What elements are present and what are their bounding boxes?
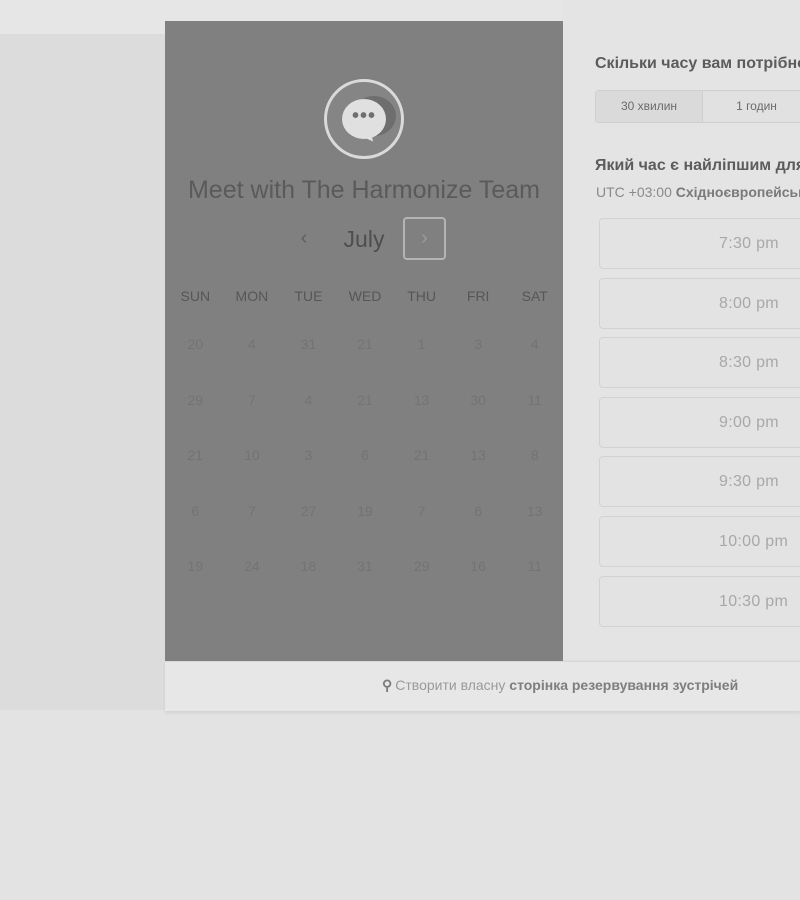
calendar-day[interactable]: 27 — [280, 498, 337, 524]
calendar-day[interactable]: 11 — [506, 553, 563, 579]
calendar-day[interactable]: 19 — [167, 553, 224, 579]
footer-bar: ⚲ Створити власну сторінка резервування з… — [165, 661, 800, 711]
calendar-day[interactable]: 11 — [506, 387, 563, 413]
footer-text-prefix: Створити власну — [395, 677, 506, 693]
timezone-offset: UTC +03:00 — [596, 184, 672, 200]
calendar-day[interactable]: 7 — [224, 387, 281, 413]
duration-option-1h[interactable]: 1 годин — [703, 91, 800, 122]
time-slot-button[interactable]: 7:30 pm — [599, 218, 800, 269]
weekday-label: SAT — [521, 288, 548, 304]
duration-option-30min[interactable]: 30 хвилин — [596, 91, 703, 122]
time-slot-list: 7:30 pm 8:00 pm 8:30 pm 9:00 pm 9:30 pm … — [599, 218, 800, 635]
calendar-day[interactable]: 1 — [393, 331, 450, 357]
month-navigation: ‹ July › — [165, 217, 563, 261]
calendar-day[interactable]: 20 — [167, 331, 224, 357]
calendar-day[interactable]: 10 — [224, 442, 281, 468]
calendar-day[interactable]: 21 — [393, 442, 450, 468]
calendar-week: 29 7 4 21 13 30 11 — [165, 377, 563, 433]
calendar-day[interactable]: 19 — [337, 498, 394, 524]
calendar-day[interactable]: 21 — [337, 331, 394, 357]
calendar-day[interactable]: 3 — [280, 442, 337, 468]
footer-link-text: сторінка резервування зустрічей — [509, 677, 739, 693]
chat-dots-icon: ••• — [351, 105, 376, 127]
hubspot-sprocket-icon: ⚲ — [382, 677, 393, 693]
prev-month-button[interactable]: ‹ — [289, 223, 319, 253]
calendar-day[interactable]: 4 — [506, 331, 563, 357]
calendar-day[interactable]: 18 — [280, 553, 337, 579]
time-question: Який час є найліпшим для вас? — [595, 157, 800, 174]
calendar-week: 6 7 27 19 7 6 13 — [165, 488, 563, 544]
time-slot-button[interactable]: 9:30 pm — [599, 456, 800, 508]
time-slot-button[interactable]: 9:00 pm — [599, 396, 800, 448]
weekday-label: SUN — [180, 288, 211, 304]
calendar-day[interactable]: 13 — [393, 387, 450, 413]
time-slot-button[interactable]: 10:00 pm — [599, 515, 800, 567]
calendar-week: 21 10 3 6 21 13 8 — [165, 432, 563, 488]
calendar-day[interactable]: 13 — [506, 498, 563, 524]
calendar-day[interactable]: 3 — [450, 331, 507, 357]
calendar-day[interactable]: 4 — [224, 331, 281, 357]
time-slot-button[interactable]: 8:30 pm — [599, 337, 800, 389]
calendar-day[interactable]: 8 — [506, 442, 563, 468]
calendar-day[interactable]: 6 — [450, 498, 507, 524]
duration-selector: 30 хвилин 1 годин — [595, 90, 800, 123]
timezone-selector[interactable]: UTC +03:00 Східноєвропейський час — [596, 184, 800, 200]
calendar-day[interactable]: 21 — [337, 387, 394, 413]
duration-question: Скільки часу вам потрібно? — [595, 55, 800, 72]
weekday-label: TUE — [294, 288, 323, 304]
time-slot-button[interactable]: 8:00 pm — [599, 277, 800, 329]
month-label: July — [343, 226, 385, 252]
weekday-label: MON — [235, 288, 269, 304]
organizer-avatar: ••• — [324, 79, 404, 159]
calendar-day[interactable]: 29 — [393, 553, 450, 579]
calendar-day[interactable]: 31 — [337, 553, 394, 579]
weekday-label: FRI — [466, 288, 490, 304]
calendar-day[interactable]: 24 — [224, 553, 281, 579]
weekday-label: WED — [348, 288, 382, 304]
calendar-day[interactable]: 6 — [337, 442, 394, 468]
next-month-button[interactable]: › — [403, 217, 446, 260]
calendar-day[interactable]: 21 — [167, 442, 224, 468]
calendar-day[interactable]: 7 — [224, 498, 281, 524]
calendar-week: 20 4 31 21 1 3 4 — [165, 321, 563, 377]
calendar-day[interactable]: 31 — [280, 331, 337, 357]
calendar-day[interactable]: 7 — [393, 498, 450, 524]
calendar-grid: SUN MON TUE WED THU FRI SAT 20 4 31 21 1… — [165, 283, 563, 599]
calendar-day[interactable]: 6 — [167, 498, 224, 524]
weekday-label: THU — [407, 288, 436, 304]
calendar-day[interactable]: 29 — [167, 387, 224, 413]
calendar-day[interactable]: 16 — [450, 553, 507, 579]
calendar-day[interactable]: 13 — [450, 442, 507, 468]
meeting-title: Meet with The Harmonize Team — [187, 176, 540, 204]
time-slot-button[interactable]: 10:30 pm — [599, 575, 800, 627]
calendar-day[interactable]: 30 — [450, 387, 507, 413]
weekday-header: SUN MON TUE WED THU FRI SAT — [165, 283, 563, 309]
calendar-week: 19 24 18 31 29 16 11 — [165, 543, 563, 599]
create-booking-page-link[interactable]: ⚲ Створити власну сторінка резервування з… — [382, 677, 738, 694]
calendar-day[interactable]: 4 — [280, 387, 337, 413]
calendar-card: ••• Meet with The Harmonize Team ‹ July … — [165, 21, 563, 661]
timezone-name: Східноєвропейський час — [675, 184, 800, 200]
scheduler-panel: Скільки часу вам потрібно? 30 хвилин 1 г… — [563, 21, 800, 661]
